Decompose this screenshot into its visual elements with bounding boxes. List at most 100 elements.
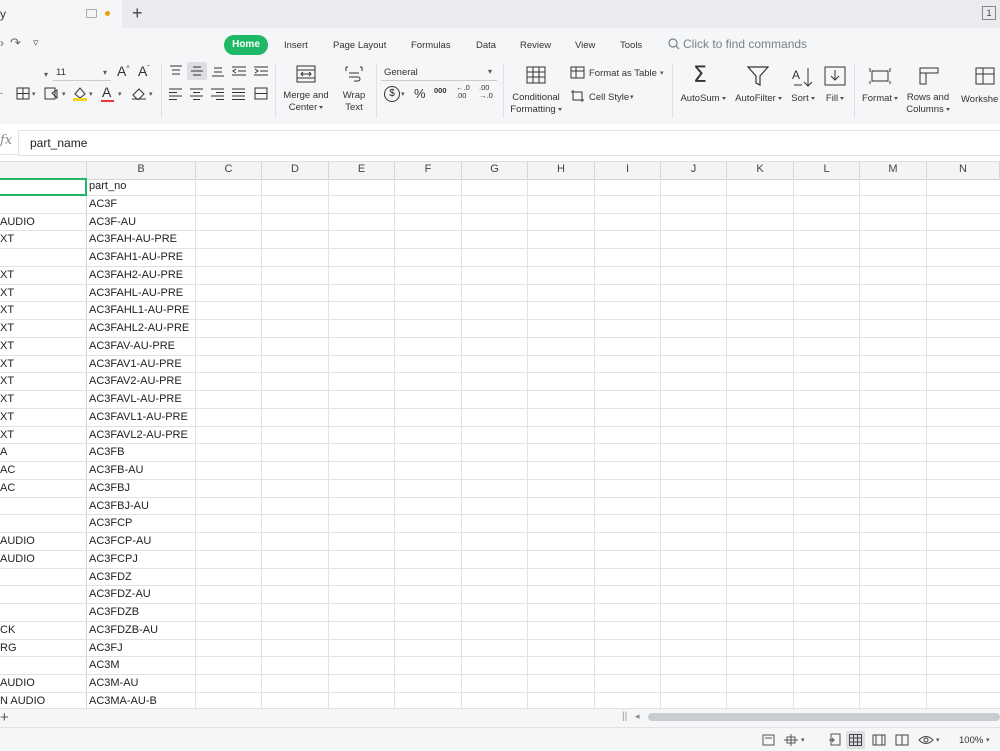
borders-icon[interactable] [16,87,30,100]
freeze-icon[interactable] [828,733,841,746]
font-color-dropdown-icon[interactable]: ▾ [118,90,122,98]
cell-a[interactable]: XT [0,338,85,356]
tab-view[interactable]: View [575,40,595,51]
column-header-g[interactable]: G [462,161,528,178]
cell-a[interactable]: AUDIO [0,214,85,232]
number-format-select[interactable]: General ▾ [381,63,497,81]
thousands-separator-button[interactable]: 000 [434,86,447,95]
column-header-l[interactable]: L [794,161,860,178]
cell-b[interactable]: AC3FJ [89,640,195,658]
align-bottom-icon[interactable] [212,67,224,77]
zoom-dropdown-icon[interactable]: ▾ [986,736,990,744]
chevron-down-icon[interactable]: ▾ [936,736,940,744]
cell-b[interactable]: AC3FDZB [89,604,195,622]
align-left-icon[interactable] [169,88,182,100]
horizontal-scrollbar[interactable] [648,713,1000,721]
worksheet-button[interactable]: Workshe [957,63,1000,119]
cell-b[interactable]: AC3FBJ-AU [89,498,195,516]
sort-button[interactable]: A Sort [787,63,819,119]
increase-decimal-button[interactable]: ←.0 .00 [456,84,470,100]
cell-a[interactable]: XT [0,409,85,427]
split-handle[interactable]: || [622,711,627,722]
cell-b[interactable]: AC3FAH-AU-PRE [89,231,195,249]
column-header-j[interactable]: J [661,161,727,178]
cell-b[interactable]: AC3FAH1-AU-PRE [89,249,195,267]
column-header-a[interactable] [0,161,87,178]
page-layout-view-icon[interactable] [872,734,886,746]
cell-a[interactable]: XT [0,356,85,374]
quick-access-more-icon[interactable]: ▿ [33,36,39,49]
cell-a[interactable]: AC [0,462,85,480]
cell-a[interactable]: AUDIO [0,533,85,551]
cell-b[interactable]: AC3FDZB-AU [89,622,195,640]
rows-columns-button[interactable]: Rows and Columns [903,63,953,119]
cell-b[interactable]: AC3FCP [89,515,195,533]
tab-home[interactable]: Home [224,35,268,55]
cell-a[interactable]: XT [0,427,85,445]
cell-style-pattern-icon[interactable] [44,87,59,100]
font-name-dropdown-icon[interactable]: ▾ [44,70,48,79]
command-search[interactable]: Click to find commands [683,37,807,51]
font-size-select[interactable]: 11 ▾ [53,64,111,81]
wrap-text-button[interactable]: Wrap Text [336,63,372,119]
indent-decrease-icon[interactable] [232,66,246,76]
cell-b[interactable]: AC3FAV2-AU-PRE [89,373,195,391]
italic-partial-icon[interactable]: - [0,88,3,98]
column-header-e[interactable]: E [329,161,395,178]
page-break-view-icon[interactable] [895,734,909,746]
cell-b[interactable]: AC3FAHL2-AU-PRE [89,320,195,338]
autosum-button[interactable]: Σ AutoSum [677,63,729,119]
read-mode-icon[interactable] [762,734,775,746]
cell-a[interactable]: XT [0,320,85,338]
conditional-formatting-button[interactable]: Conditional Formatting [507,63,565,119]
fill-color-icon[interactable] [72,86,88,101]
indent-increase-icon[interactable] [254,66,268,76]
align-right-icon[interactable] [211,88,224,100]
tab-insert[interactable]: Insert [284,40,308,51]
pattern-dropdown-icon[interactable]: ▾ [62,90,66,98]
cell-a[interactable]: XT [0,373,85,391]
new-tab-button[interactable]: + [132,3,143,24]
clear-dropdown-icon[interactable]: ▾ [149,90,153,98]
cell-b[interactable]: AC3FB-AU [89,462,195,480]
undo-partial-icon[interactable]: › [0,36,4,50]
column-header-i[interactable]: I [595,161,661,178]
tab-review[interactable]: Review [520,40,551,51]
cell-b[interactable]: AC3FAVL2-AU-PRE [89,427,195,445]
currency-icon[interactable]: $ [384,86,400,102]
tab-tools[interactable]: Tools [620,40,642,51]
font-color-icon[interactable]: A [102,84,111,100]
autofilter-button[interactable]: AutoFilter [731,63,786,119]
cell-a[interactable]: RG [0,640,85,658]
document-tab[interactable]: y [0,0,122,28]
scroll-left-icon[interactable]: ◂ [635,711,640,722]
column-header-f[interactable]: F [395,161,462,178]
align-middle-button[interactable] [187,62,207,80]
tab-data[interactable]: Data [476,40,496,51]
column-header-b[interactable]: B [87,161,196,178]
align-top-icon[interactable] [170,65,182,75]
crosshair-icon[interactable] [782,733,800,747]
add-sheet-button[interactable]: + [0,709,9,726]
cell-a[interactable]: XT [0,302,85,320]
column-header-k[interactable]: K [727,161,794,178]
cell-b[interactable]: AC3FCP-AU [89,533,195,551]
column-header-d[interactable]: D [262,161,329,178]
cell-a[interactable]: AUDIO [0,551,85,569]
cell-a[interactable]: XT [0,391,85,409]
decrease-font-icon[interactable]: Aˇ [138,63,150,79]
cell-b[interactable]: AC3FBJ [89,480,195,498]
format-button[interactable]: Format [858,63,902,119]
cell-b[interactable]: part_no [89,178,195,196]
cell-b[interactable]: AC3F-AU [89,214,195,232]
zoom-level[interactable]: 100% [959,735,983,746]
selected-cell[interactable] [0,178,87,196]
cell-b[interactable]: AC3FCPJ [89,551,195,569]
merge-center-button[interactable]: Merge and Center [280,63,332,119]
borders-dropdown-icon[interactable]: ▾ [32,90,36,98]
currency-dropdown-icon[interactable]: ▾ [401,90,405,98]
normal-view-button[interactable] [846,731,865,749]
cell-a[interactable]: XT [0,285,85,303]
column-header-m[interactable]: M [860,161,927,178]
cell-a[interactable]: AC [0,480,85,498]
